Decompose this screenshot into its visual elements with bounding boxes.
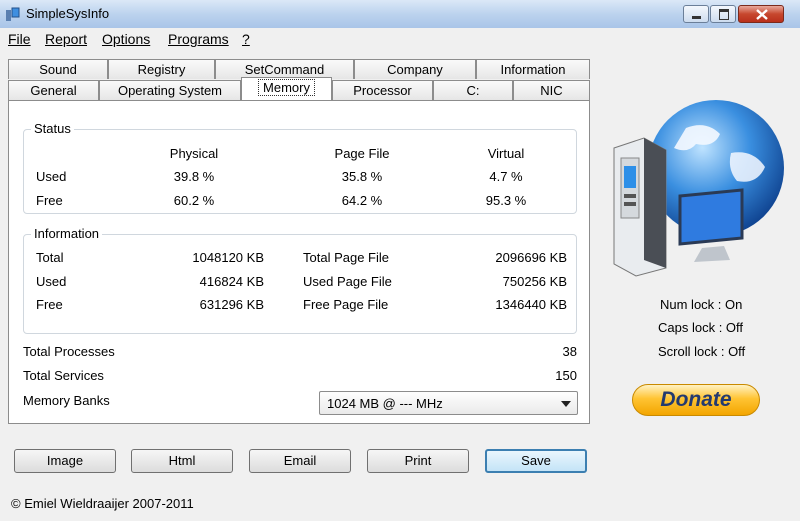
- status-group: Status Physical Page File Virtual Used 3…: [23, 121, 577, 214]
- chevron-down-icon[interactable]: [561, 401, 571, 407]
- info-used-page-file-value: 750256 KB: [502, 274, 567, 289]
- column-virtual: Virtual: [487, 146, 525, 161]
- window-title: SimpleSysInfo: [26, 6, 110, 21]
- info-free-label: Free: [36, 297, 63, 312]
- info-total-page-file-value: 2096696 KB: [495, 250, 567, 265]
- menu-bar: File Report Options Programs ?: [0, 28, 800, 50]
- title-bar[interactable]: SimpleSysInfo: [0, 0, 800, 29]
- email-button[interactable]: Email: [249, 449, 351, 473]
- information-group: Information Total 1048120 KB Total Page …: [23, 226, 577, 334]
- memory-banks-dropdown[interactable]: 1024 MB @ --- MHz: [319, 391, 578, 415]
- total-processes-label: Total Processes: [23, 344, 115, 359]
- save-button[interactable]: Save: [485, 449, 587, 473]
- tab-general[interactable]: General: [8, 80, 99, 100]
- status-free-label: Free: [36, 193, 63, 208]
- tab-setcommand[interactable]: SetCommand: [215, 59, 354, 79]
- menu-report[interactable]: Report: [45, 31, 87, 47]
- menu-help[interactable]: ?: [242, 31, 250, 47]
- tab-registry[interactable]: Registry: [108, 59, 215, 79]
- app-window: SimpleSysInfo File Report Options Progra…: [0, 0, 800, 521]
- maximize-icon: [719, 9, 729, 20]
- html-button[interactable]: Html: [131, 449, 233, 473]
- status-used-label: Used: [36, 169, 67, 184]
- info-total-page-file-label: Total Page File: [303, 250, 389, 265]
- info-free-page-file-label: Free Page File: [303, 297, 389, 312]
- tab-sound[interactable]: Sound: [8, 59, 108, 79]
- tab-memory[interactable]: Memory: [241, 77, 332, 100]
- maximize-button[interactable]: [710, 5, 736, 23]
- tab-operating-system[interactable]: Operating System: [99, 80, 241, 100]
- info-total-value: 1048120 KB: [192, 250, 264, 265]
- donate-label: Donate: [660, 388, 732, 411]
- status-used-page-file: 35.8 %: [341, 169, 383, 184]
- info-free-value: 631296 KB: [199, 297, 264, 312]
- donate-button[interactable]: Donate: [632, 384, 760, 416]
- memory-panel: Status Physical Page File Virtual Used 3…: [8, 100, 590, 424]
- total-services-label: Total Services: [23, 368, 104, 383]
- menu-file[interactable]: File: [8, 31, 31, 47]
- column-physical: Physical: [169, 146, 219, 161]
- info-used-label: Used: [36, 274, 67, 289]
- close-icon: [756, 9, 768, 20]
- status-free-physical: 60.2 %: [173, 193, 215, 208]
- copyright-text: © Emiel Wieldraaijer 2007-2011: [11, 496, 194, 511]
- tab-c-drive[interactable]: C:: [433, 80, 513, 100]
- scroll-lock-status: Scroll lock : Off: [658, 344, 746, 359]
- tab-memory-label: Memory: [258, 79, 315, 96]
- information-group-label: Information: [31, 226, 103, 241]
- tab-nic[interactable]: NIC: [513, 80, 590, 100]
- image-button[interactable]: Image: [14, 449, 116, 473]
- status-free-page-file: 64.2 %: [341, 193, 383, 208]
- minimize-button[interactable]: [683, 5, 709, 23]
- tab-row-top: Sound Registry SetCommand Company Inform…: [8, 59, 590, 79]
- print-button[interactable]: Print: [367, 449, 469, 473]
- info-total-label: Total: [36, 250, 64, 265]
- app-icon: [6, 7, 20, 21]
- total-processes-value: 38: [562, 344, 577, 359]
- num-lock-status: Num lock : On: [660, 297, 743, 312]
- close-button[interactable]: [738, 5, 784, 23]
- info-free-page-file-value: 1346440 KB: [495, 297, 567, 312]
- column-page-file: Page File: [334, 146, 390, 161]
- status-group-label: Status: [31, 121, 74, 136]
- tab-information[interactable]: Information: [476, 59, 590, 79]
- menu-options[interactable]: Options: [102, 31, 150, 47]
- status-used-physical: 39.8 %: [173, 169, 215, 184]
- status-used-virtual: 4.7 %: [489, 169, 523, 184]
- info-used-value: 416824 KB: [199, 274, 264, 289]
- total-services-value: 150: [555, 368, 577, 383]
- minimize-icon: [692, 16, 701, 19]
- caps-lock-status: Caps lock : Off: [658, 320, 744, 335]
- menu-programs[interactable]: Programs: [168, 31, 229, 47]
- memory-banks-value: 1024 MB @ --- MHz: [327, 396, 443, 411]
- status-free-virtual: 95.3 %: [485, 193, 527, 208]
- computer-globe-icon: [613, 100, 784, 277]
- info-used-page-file-label: Used Page File: [303, 274, 392, 289]
- tab-company[interactable]: Company: [354, 59, 476, 79]
- memory-banks-label: Memory Banks: [23, 393, 110, 408]
- tab-row-bottom: General Operating System Memory Processo…: [8, 77, 590, 100]
- tab-processor[interactable]: Processor: [332, 80, 433, 100]
